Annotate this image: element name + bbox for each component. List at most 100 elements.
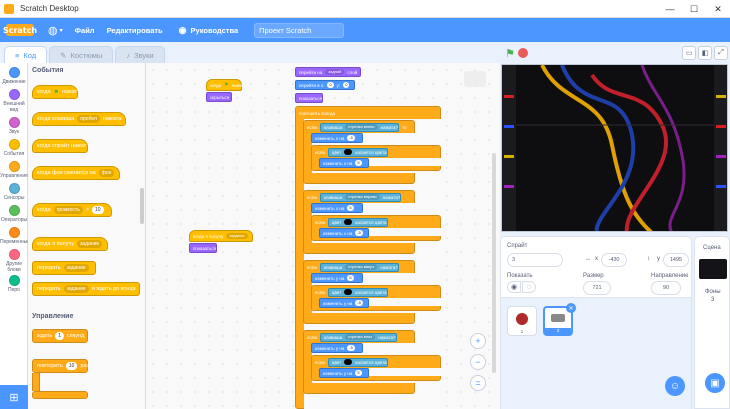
change-x-block[interactable]: изменить x на -5	[311, 133, 363, 143]
size-input[interactable]: 721	[583, 281, 611, 295]
broadcast-dropdown[interactable]: задание	[63, 264, 89, 272]
block-when-sprite-clicked[interactable]: когда спрайт нажат	[32, 139, 88, 153]
category-events[interactable]: События	[0, 139, 28, 157]
sprite-name-input[interactable]: 3	[507, 253, 563, 267]
category-motion[interactable]: Движение	[0, 67, 28, 85]
block-broadcast-and-wait[interactable]: передать задание и ждать до конца	[32, 282, 140, 296]
stage-pane[interactable]: Сцена Фоны 3 ▣	[694, 236, 730, 409]
sprite-tile[interactable]: 1	[507, 306, 537, 336]
sprite-tile-selected[interactable]: 3 ✕	[543, 303, 576, 336]
script-hide-block[interactable]: скрыться	[206, 92, 232, 102]
tab-sounds[interactable]: ♪ Звуки	[115, 46, 165, 64]
close-window-button[interactable]: ✕	[706, 0, 730, 18]
script-area[interactable]: когда ⚑ нажат скрыться когда я получу за…	[146, 63, 500, 409]
category-looks[interactable]: Внешний вид	[0, 89, 28, 113]
color-touching-sensor[interactable]: цвет касается цвета	[327, 217, 388, 227]
change-y-input[interactable]: -5	[347, 345, 355, 351]
color-swatch[interactable]	[344, 219, 353, 225]
change-y-back-block[interactable]: изменить y на -5	[319, 298, 369, 308]
change-x-back-block[interactable]: изменить x на 5	[319, 158, 369, 168]
receive-dropdown[interactable]: задание	[226, 233, 248, 239]
zoom-reset-button[interactable]: =	[470, 375, 486, 391]
maximize-button[interactable]: ☐	[682, 0, 706, 18]
loudness-dropdown[interactable]: громкость	[53, 206, 83, 214]
block-when-loudness[interactable]: когда громкость > 10	[32, 203, 112, 217]
script-when-flag-clicked[interactable]: когда ⚑ нажат	[206, 79, 244, 91]
green-flag-button[interactable]: ⚑	[504, 47, 516, 60]
layer-dropdown[interactable]: задний	[325, 69, 345, 75]
zoom-in-button[interactable]: +	[470, 333, 486, 349]
block-when-key-pressed[interactable]: когда клавиша пробел нажата	[32, 112, 126, 126]
block-broadcast[interactable]: передать задание	[32, 261, 96, 275]
category-sensing[interactable]: Сенсоры	[0, 183, 28, 201]
change-x-back-input[interactable]: 5	[355, 160, 362, 166]
category-my-blocks[interactable]: Другие блоки	[0, 249, 28, 273]
key-pressed-sensor[interactable]: клавиша стрелка вправо нажата?	[319, 192, 402, 202]
repeat-input[interactable]: 10	[65, 362, 78, 370]
change-x-block[interactable]: изменить x на 5	[311, 203, 363, 213]
tab-costumes[interactable]: ✎ Костюмы	[49, 46, 114, 64]
backdrop-dropdown[interactable]: фон	[98, 169, 115, 177]
change-x-input[interactable]: 5	[347, 205, 354, 211]
large-stage-button[interactable]: ◧	[698, 46, 712, 60]
x-input[interactable]: 0	[327, 82, 334, 88]
change-y-input[interactable]: 5	[347, 275, 354, 281]
stage-canvas[interactable]	[501, 64, 728, 232]
message-dropdown[interactable]: задание	[77, 240, 103, 248]
script-go-to-xy[interactable]: перейти в x: 0 y: 0	[295, 80, 355, 90]
block-wait[interactable]: ждать 1 секунд	[32, 329, 88, 343]
color-swatch[interactable]	[344, 149, 353, 155]
change-y-block[interactable]: изменить y на 5	[311, 273, 363, 283]
block-repeat[interactable]: повторить 10 раз	[32, 359, 89, 373]
category-control[interactable]: Управление	[0, 161, 28, 179]
change-x-back-block[interactable]: изменить x на -5	[319, 228, 369, 238]
key-pressed-sensor[interactable]: клавиша стрелка вниз нажата?	[319, 332, 397, 342]
x-input[interactable]: -430	[601, 253, 627, 267]
direction-input[interactable]: 90	[651, 281, 681, 295]
script-when-i-receive[interactable]: когда я получу задание	[189, 230, 253, 242]
edit-menu[interactable]: Редактировать	[107, 26, 163, 35]
block-when-flag-clicked[interactable]: когда ⚑ нажат	[32, 85, 78, 99]
change-x-back-input[interactable]: -5	[355, 230, 363, 236]
file-menu[interactable]: Файл	[75, 26, 95, 35]
add-extension-button[interactable]: ⊞	[0, 385, 28, 409]
block-when-i-receive[interactable]: когда я получу задание	[32, 237, 108, 251]
wait-input[interactable]: 1	[55, 332, 64, 340]
category-pen[interactable]: Перо	[0, 275, 28, 293]
delete-sprite-button[interactable]: ✕	[566, 303, 576, 313]
change-y-back-input[interactable]: -5	[355, 300, 363, 306]
tab-code[interactable]: ≡ Код	[4, 46, 48, 64]
color-swatch[interactable]	[344, 359, 353, 365]
script-scrollbar[interactable]	[492, 153, 496, 373]
y-input[interactable]: 0	[343, 82, 350, 88]
hide-sprite-button[interactable]: ◌	[522, 281, 536, 293]
key-dropdown[interactable]: пробел	[77, 115, 100, 123]
key-pressed-sensor[interactable]: клавиша стрелка влево нажата?	[319, 122, 400, 132]
key-dropdown-right[interactable]: стрелка вправо	[345, 194, 380, 200]
minimize-button[interactable]: —	[658, 0, 682, 18]
change-y-block[interactable]: изменить y на -5	[311, 343, 363, 353]
key-dropdown-down[interactable]: стрелка вниз	[345, 334, 376, 340]
block-when-backdrop-switches[interactable]: когда фон сменится на фон	[32, 166, 120, 180]
color-touching-sensor[interactable]: цвет касается цвета	[327, 287, 388, 297]
key-pressed-sensor[interactable]: клавиша стрелка вверх нажата?	[319, 262, 399, 272]
language-menu[interactable]: ◍ ▾	[48, 24, 63, 37]
scratch-logo[interactable]: Scratch	[3, 24, 37, 36]
key-dropdown-up[interactable]: стрелка вверх	[345, 264, 378, 270]
show-sprite-button[interactable]: ◉	[507, 281, 521, 293]
change-y-back-input[interactable]: 5	[355, 370, 362, 376]
key-dropdown-left[interactable]: стрелка влево	[345, 124, 378, 130]
category-variables[interactable]: Переменные	[0, 227, 30, 245]
change-x-input[interactable]: -5	[347, 135, 355, 141]
color-touching-sensor[interactable]: цвет касается цвета	[327, 147, 388, 157]
y-input[interactable]: 1495	[663, 253, 689, 267]
choose-backdrop-button[interactable]: ▣	[705, 373, 725, 393]
zoom-out-button[interactable]: −	[470, 354, 486, 370]
change-y-back-block[interactable]: изменить y на 5	[319, 368, 369, 378]
project-title-input[interactable]: Проект Scratch	[254, 22, 345, 38]
broadcast-wait-dropdown[interactable]: задание	[63, 285, 89, 293]
stop-button[interactable]	[518, 48, 528, 58]
category-operators[interactable]: Операторы	[0, 205, 28, 223]
color-touching-sensor[interactable]: цвет касается цвета	[327, 357, 388, 367]
loudness-input[interactable]: 10	[92, 206, 104, 214]
